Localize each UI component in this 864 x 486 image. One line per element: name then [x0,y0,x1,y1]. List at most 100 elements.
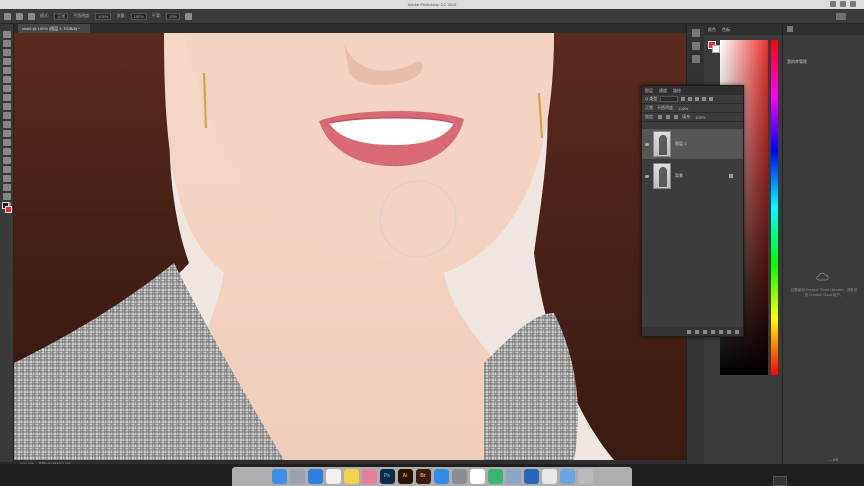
lock-pixels-icon[interactable] [658,115,663,119]
layer-row-background[interactable]: 背景 [642,161,743,191]
brush-tool-icon[interactable] [16,12,23,20]
tab-swatches[interactable]: 色板 [722,27,730,33]
mask-icon[interactable] [703,329,707,334]
wifi-icon[interactable] [830,1,836,7]
opacity-value[interactable]: 100% [678,106,688,111]
tab-channels[interactable]: 通道 [659,88,667,94]
visibility-eye-icon[interactable] [645,142,649,146]
eyedropper-tool-icon[interactable] [2,76,11,83]
fill-value[interactable]: 100% [695,115,705,120]
gradient-tool-icon[interactable] [2,130,11,137]
adjustment-layer-icon[interactable] [711,329,715,334]
shape-tool-icon[interactable] [2,184,11,191]
dock-app-safari-icon[interactable] [307,469,323,484]
smoothing-field[interactable]: 10% [165,12,180,20]
layer-thumbnail [653,131,671,157]
history-icon[interactable] [691,29,700,37]
brush-tool-icon[interactable] [2,94,11,101]
layer-filter-select[interactable] [660,96,679,102]
tab-color[interactable]: 颜色 [708,27,716,33]
dock-app-photos-icon[interactable] [361,469,377,484]
background-color-swatch[interactable] [5,206,12,213]
flow-field[interactable]: 100% [130,12,147,20]
layer-name[interactable]: 图层 1 [675,141,686,147]
blend-mode-select[interactable]: 正常 [645,105,653,111]
filter-shape-icon[interactable] [702,97,707,101]
dock-app-illustrator-icon[interactable]: Ai [397,469,413,484]
filter-pixel-icon[interactable] [681,97,686,101]
settings-icon[interactable] [184,12,192,20]
mode-label: 模式: [40,13,50,18]
search-icon[interactable] [850,1,856,7]
pen-tool-icon[interactable] [2,157,11,164]
hand-tool-icon[interactable] [2,193,11,200]
document-canvas[interactable] [14,33,686,460]
lasso-tool-icon[interactable] [2,49,11,56]
mode-select[interactable]: 正常 [54,12,69,20]
dock-app-preview-icon[interactable] [505,469,521,484]
filter-smart-icon[interactable] [709,97,714,101]
dock-app-launchpad-icon[interactable] [289,469,305,484]
document-tab[interactable]: ceshi @ 100% (图层 1, RGB/8) * [18,24,90,33]
visibility-eye-icon[interactable] [645,174,649,178]
creative-cloud-icon [816,272,829,281]
lock-all-icon[interactable] [674,115,679,119]
brush-preset-icon[interactable] [28,12,35,20]
dock-app-preferences-icon[interactable] [451,469,467,484]
layer-thumbnail [653,163,671,189]
dock-app-photoshop-icon[interactable]: Ps [379,469,395,484]
dodge-tool-icon[interactable] [2,148,11,155]
link-layers-icon[interactable] [687,329,691,334]
path-select-tool-icon[interactable] [2,175,11,182]
dock-app-folder-icon[interactable] [559,469,575,484]
clone-stamp-tool-icon[interactable] [2,103,11,110]
new-layer-icon[interactable] [727,329,731,334]
filter-type-icon[interactable] [695,97,700,101]
marquee-tool-icon[interactable] [2,40,11,47]
libraries-message: 若要使用 Creative Cloud Libraries，请登录到 Creat… [790,288,858,297]
dock-app-calendar-icon[interactable] [325,469,341,484]
group-icon[interactable] [719,329,723,334]
history-brush-tool-icon[interactable] [2,112,11,119]
crop-tool-icon[interactable] [2,67,11,74]
dock-app-finder-icon[interactable] [271,469,287,484]
tab-paths[interactable]: 路径 [673,88,681,94]
properties-icon[interactable] [691,42,700,50]
tools-panel [0,24,14,462]
dock-app-appstore-icon[interactable] [433,469,449,484]
dock-app-doc-icon[interactable] [541,469,557,484]
healing-brush-tool-icon[interactable] [2,85,11,92]
libraries-panel: 我的库管理 若要使用 Creative Cloud Libraries，请登录到… [782,24,864,464]
workspace-switcher[interactable] [836,13,846,20]
libraries-tab-icon[interactable] [787,26,793,32]
blur-tool-icon[interactable] [2,139,11,146]
layer-kind-filter[interactable]: Q 类型 [645,96,657,102]
dock-app-qq-icon[interactable] [469,469,485,484]
opacity-field[interactable]: 100% [95,12,112,20]
lock-position-icon[interactable] [666,115,671,119]
trash-icon[interactable] [735,329,739,334]
fx-icon[interactable] [695,329,699,334]
screen-recorder-icon[interactable] [773,476,787,486]
opacity-label: 不透明度: [657,105,675,110]
options-bar: 模式: 正常 不透明度: 100% 流量: 100% 平滑: 10% [0,9,864,24]
fill-label: 填充: [682,114,692,119]
dock-app-trash-icon[interactable] [577,469,593,484]
battery-icon[interactable] [840,1,846,7]
move-tool-icon[interactable] [2,31,11,38]
dock-app-bridge-icon[interactable]: Br [415,469,431,484]
dock-app-wechat-icon[interactable] [487,469,503,484]
filter-adjust-icon[interactable] [688,97,693,101]
type-tool-icon[interactable] [2,166,11,173]
background-color-chip[interactable] [712,45,720,53]
home-icon[interactable] [4,12,11,20]
layer-row-1[interactable]: 图层 1 [642,129,743,159]
layer-name[interactable]: 背景 [675,173,683,179]
adjustments-icon[interactable] [691,55,700,63]
eraser-tool-icon[interactable] [2,121,11,128]
dock-app-notes-icon[interactable] [343,469,359,484]
dock-app-browser-icon[interactable] [523,469,539,484]
tab-layers[interactable]: 图层 [645,88,653,94]
quick-select-tool-icon[interactable] [2,58,11,65]
hue-slider[interactable] [771,40,778,375]
